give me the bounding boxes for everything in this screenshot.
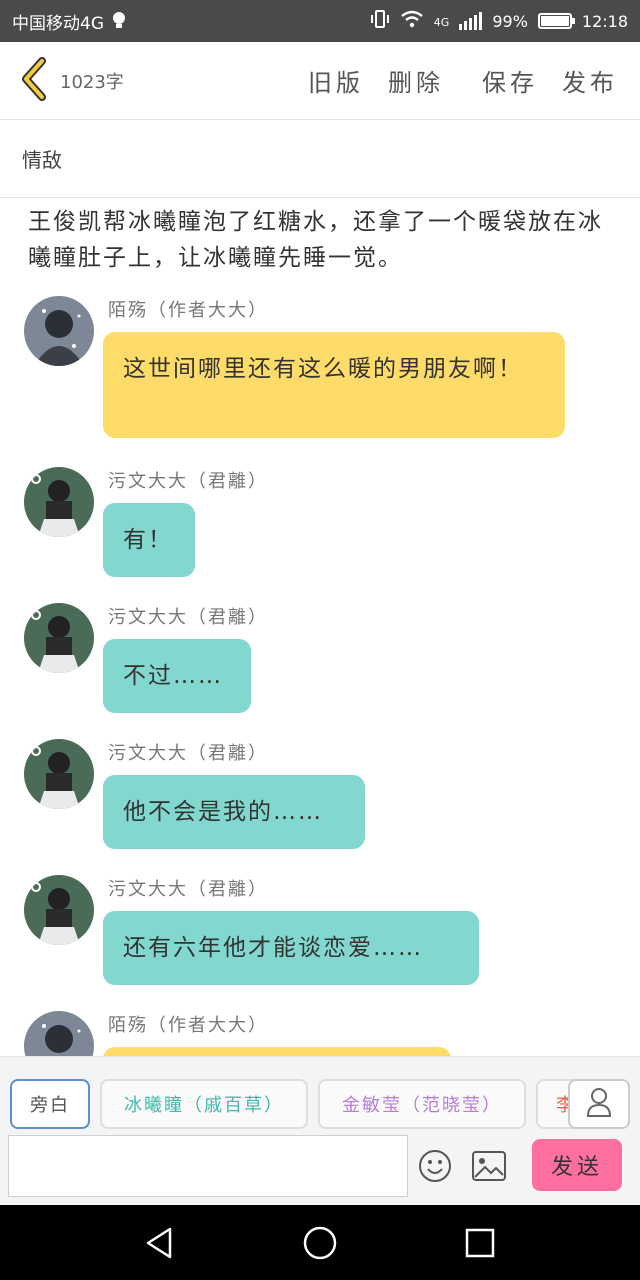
narration-text: 王俊凯帮冰曦瞳泡了红糖水，还拿了一个暖袋放在冰曦瞳肚子上，让冰曦瞳先睡一觉。 [28,209,603,271]
sender-name: 污文大大（君離） [108,743,268,764]
carrier-label: 中国移动4G [12,13,104,34]
avatar[interactable] [24,603,94,673]
message-bubble[interactable]: 不过…… [103,639,251,713]
avatar[interactable] [24,1011,94,1056]
home-circle-icon[interactable] [302,1225,338,1261]
avatar[interactable] [24,739,94,809]
character-chip[interactable]: 金敏莹（范晓莹） [318,1079,526,1129]
message-bubble[interactable] [103,1047,451,1056]
message-bubble[interactable]: 还有六年他才能谈恋爱…… [103,911,479,985]
save-button[interactable]: 保存 [482,63,538,98]
status-bar: 中国移动4G 4G 99% 12:18 [0,0,640,42]
sender-name: 污文大大（君離） [108,471,268,492]
character-chip-narrator[interactable]: 旁白 [10,1079,90,1129]
battery-icon [537,13,575,29]
chapter-title-field[interactable]: 情敌 [0,120,640,198]
sender-name: 污文大大（君離） [108,607,268,628]
message-bubble[interactable]: 有！ [103,503,195,577]
editor-header: 1023字 旧版 删除 保存 发布 [0,42,640,120]
add-character-button[interactable] [568,1079,630,1129]
battery-percent: 99% [492,11,528,31]
sender-name: 陌殇（作者大大） [108,300,268,321]
story-content[interactable]: 王俊凯帮冰曦瞳泡了红糖水，还拿了一个暖袋放在冰曦瞳肚子上，让冰曦瞳先睡一觉。 陌… [0,198,640,1056]
old-version-button[interactable]: 旧版 [308,63,364,98]
signal-icon [459,12,483,30]
notification-bulb-icon [110,10,128,32]
delete-button[interactable]: 删除 [388,63,444,98]
emoji-icon[interactable] [418,1149,452,1183]
character-selector: 旁白 冰曦瞳（戚百草） 金敏莹（范晓莹） 李 [8,1079,640,1131]
vibrate-icon [370,10,390,32]
word-count: 1023字 [60,71,124,93]
back-button[interactable] [10,42,58,120]
user-icon [586,1087,612,1121]
image-icon[interactable] [472,1151,506,1181]
sender-name: 陌殇（作者大大） [108,1015,268,1036]
back-triangle-icon[interactable] [142,1225,178,1261]
chapter-title: 情敌 [22,148,62,172]
composer-panel: 旁白 冰曦瞳（戚百草） 金敏莹（范晓莹） 李 发送 [0,1056,640,1205]
recents-square-icon[interactable] [462,1225,498,1261]
network-type: 4G [433,16,450,29]
clock: 12:18 [581,11,628,31]
message-bubble[interactable]: 他不会是我的…… [103,775,365,849]
system-nav-bar [0,1205,640,1280]
character-chip[interactable]: 冰曦瞳（戚百草） [100,1079,308,1129]
message-input[interactable] [8,1135,408,1197]
sender-name: 污文大大（君離） [108,879,268,900]
avatar[interactable] [24,875,94,945]
avatar[interactable] [24,296,94,366]
wifi-icon [400,10,424,32]
publish-button[interactable]: 发布 [562,63,618,98]
chevron-left-icon [18,56,50,105]
send-button[interactable]: 发送 [532,1139,622,1191]
message-bubble[interactable]: 这世间哪里还有这么暖的男朋友啊！ [103,332,565,438]
avatar[interactable] [24,467,94,537]
